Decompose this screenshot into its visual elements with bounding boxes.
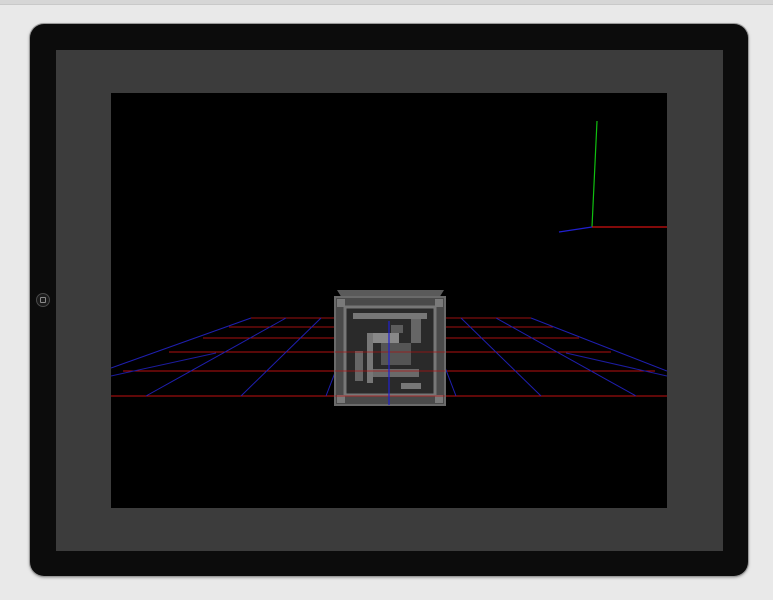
grid-blue-line — [460, 317, 542, 397]
axis-y-line — [591, 120, 598, 228]
grid-blue-line — [530, 317, 667, 372]
grid-blue-line — [565, 352, 667, 377]
axis-z-line — [558, 226, 593, 233]
3d-viewport[interactable] — [111, 93, 667, 508]
textured-crate-icon[interactable] — [334, 290, 446, 406]
home-button-icon[interactable] — [36, 293, 50, 307]
simulator-window — [0, 0, 773, 600]
scene-canvas[interactable] — [111, 93, 667, 508]
grid-blue-line — [111, 352, 217, 377]
home-square-icon — [40, 297, 46, 303]
grid-blue-line — [145, 317, 287, 397]
axis-gizmo-icon[interactable] — [558, 120, 667, 233]
grid-blue-line — [240, 317, 322, 397]
window-top-strip — [0, 0, 773, 5]
grid-blue-line — [495, 317, 637, 397]
